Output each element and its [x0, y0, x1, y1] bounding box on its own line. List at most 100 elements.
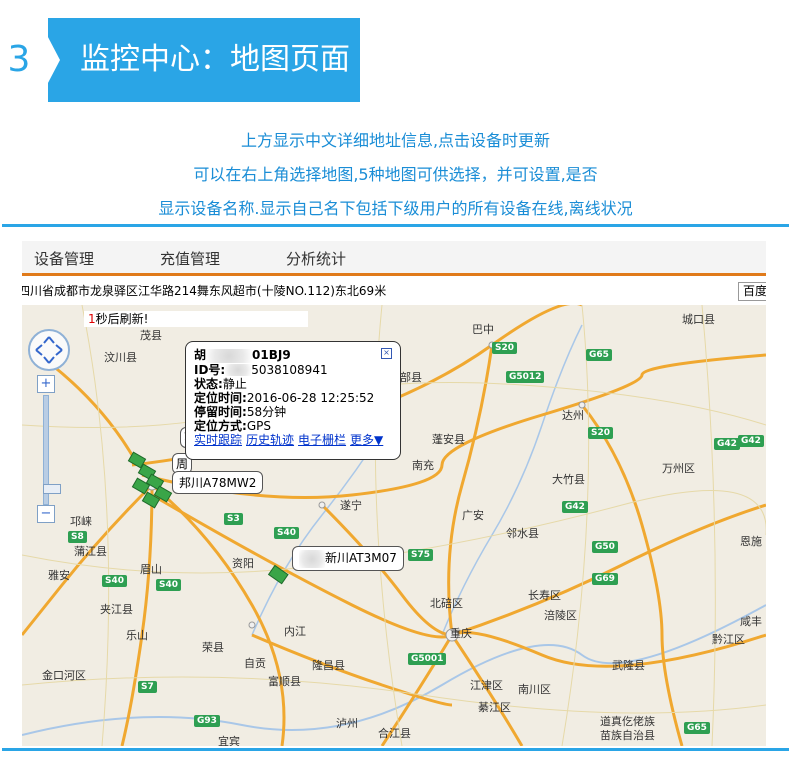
place-label: 江津区	[470, 679, 503, 692]
popup-locate-mode-value: GPS	[246, 418, 271, 433]
highway-shield: S75	[408, 549, 434, 561]
place-label: 达州	[562, 409, 584, 422]
popup-plate-tail: 01BJ9	[252, 348, 291, 362]
device-info-popup: × 胡 01BJ9 ID号: 5038108941 状态:静止 定位时间:2016-…	[185, 341, 401, 460]
map-canvas[interactable]: S20 G65 G5012 S20 G42 G42 S3 S40 S8 S40 …	[22, 305, 766, 746]
popup-status-row: 状态:静止	[194, 377, 400, 391]
place-label: 武隆县	[612, 659, 645, 672]
privacy-blur	[225, 364, 252, 376]
place-label: 自贡	[244, 657, 266, 670]
popup-stay-time-label: 停留时间:	[194, 404, 247, 419]
highway-shield: G69	[592, 573, 618, 585]
popup-id-label: ID号:	[194, 362, 226, 377]
place-label: 城口县	[682, 313, 715, 326]
place-label: 乐山	[126, 629, 148, 642]
address-display: 四川省成都市龙泉驿区江华路214舞东风超市(十陵NO.112)东北69米	[22, 284, 387, 298]
place-label: 遂宁	[340, 499, 362, 512]
highway-shield: G5012	[506, 371, 545, 383]
refresh-text: 秒后刷新!	[95, 312, 149, 326]
zoom-out-button[interactable]: −	[37, 505, 55, 523]
popup-locate-time-row: 定位时间:2016-06-28 12:25:52	[194, 391, 400, 405]
geofence-link[interactable]: 电子栅栏	[298, 433, 346, 447]
zoom-slider-track[interactable]	[43, 395, 61, 505]
more-link[interactable]: 更多▼	[350, 433, 383, 447]
monitor-app-window: 设备管理 充值管理 分析统计 四川省成都市龙泉驿区江华路214舞东风超市(十陵N…	[22, 241, 766, 746]
place-label: 宜宾	[218, 735, 240, 746]
map-pan-control[interactable]	[28, 329, 70, 371]
place-label: 黔江区	[712, 633, 745, 646]
place-label: 夹江县	[100, 603, 133, 616]
privacy-blur	[206, 348, 253, 363]
highway-shield: S20	[492, 342, 518, 354]
menu-device-management[interactable]: 设备管理	[34, 241, 94, 273]
highway-shield: G42	[714, 438, 740, 450]
place-label: 茂县	[140, 329, 162, 342]
popup-locate-mode-row: 定位方式:GPS	[194, 419, 400, 433]
highway-shield: G65	[684, 722, 710, 734]
popup-id-value: 5038108941	[251, 362, 328, 377]
place-label: 綦江区	[478, 701, 511, 714]
popup-locate-mode-label: 定位方式:	[194, 418, 247, 433]
menu-underline	[22, 273, 766, 276]
close-icon[interactable]: ×	[381, 348, 392, 359]
vehicle-icon[interactable]	[264, 563, 294, 589]
place-label: 万州区	[662, 462, 695, 475]
map-type-selector[interactable]: 百度	[738, 282, 766, 301]
popup-links: 实时跟踪 历史轨迹 电子栅栏 更多▼	[194, 433, 400, 447]
place-label: 南川区	[518, 683, 551, 696]
place-label: 泸州	[336, 717, 358, 730]
popup-status-label: 状态:	[194, 376, 223, 391]
popup-id-row: ID号: 5038108941	[194, 363, 400, 377]
highway-shield: S8	[68, 531, 87, 543]
highway-shield: G42	[738, 435, 764, 447]
place-label: 长寿区	[528, 589, 561, 602]
highway-shield: G65	[586, 349, 612, 361]
section-number: 3	[7, 39, 31, 80]
popup-stay-time-value: 58分钟	[246, 404, 287, 419]
place-label: 金口河区	[42, 669, 86, 682]
place-label: 内江	[284, 625, 306, 638]
zoom-in-button[interactable]: +	[37, 375, 55, 393]
highway-shield: G42	[562, 501, 588, 513]
place-label: 邻水县	[506, 527, 539, 540]
privacy-blur	[299, 549, 325, 568]
section-arrow-icon	[38, 18, 60, 102]
popup-plate-row: 胡 01BJ9	[194, 348, 400, 363]
highway-shield: S40	[156, 579, 182, 591]
refresh-countdown: 1秒后刷新!	[84, 311, 308, 327]
place-label: 眉山	[140, 563, 162, 576]
place-label: 涪陵区	[544, 609, 577, 622]
popup-stay-time-row: 停留时间:58分钟	[194, 405, 400, 419]
vehicle-label-a78mw2[interactable]: 邦川A78MW2	[172, 471, 264, 494]
place-label: 资阳	[232, 557, 254, 570]
place-label: 隆昌县	[312, 659, 345, 672]
highway-shield: G5001	[408, 653, 447, 665]
menu-recharge-management[interactable]: 充值管理	[160, 241, 220, 273]
place-label: 部县	[400, 371, 422, 384]
place-label: 合江县	[378, 727, 411, 740]
place-label: 蒲江县	[74, 545, 107, 558]
refresh-seconds: 1	[88, 312, 96, 326]
place-label: 恩施	[740, 535, 762, 548]
place-label: 富顺县	[268, 675, 301, 688]
zoom-slider-handle[interactable]	[43, 484, 61, 494]
menu-analytics[interactable]: 分析统计	[286, 241, 346, 273]
popup-locate-time-value: 2016-06-28 12:25:52	[246, 390, 375, 405]
top-divider	[2, 224, 789, 227]
description-line-2: 可以在右上角选择地图,5种地图可供选择，并可设置,是否	[193, 165, 598, 184]
popup-status-value: 静止	[222, 376, 247, 391]
highway-shield: S7	[138, 681, 157, 693]
history-track-link[interactable]: 历史轨迹	[246, 433, 294, 447]
bottom-divider	[2, 748, 789, 751]
place-label: 邛崃	[70, 515, 92, 528]
place-label: 咸丰	[740, 615, 762, 628]
vehicle-label-at3m07[interactable]: 新川AT3M07	[292, 546, 404, 571]
place-label: 南充	[412, 459, 434, 472]
description-line-1: 上方显示中文详细地址信息,点击设备时更新	[240, 131, 551, 150]
place-label: 蓬安县	[432, 433, 465, 446]
realtime-track-link[interactable]: 实时跟踪	[194, 433, 242, 447]
section-title: 监控中心：地图页面	[80, 42, 350, 77]
top-menu-bar: 设备管理 充值管理 分析统计	[22, 241, 766, 273]
description-line-3: 显示设备名称.显示自己名下包括下级用户的所有设备在线,离线状况	[158, 199, 633, 218]
place-label: 北碚区	[430, 597, 463, 610]
